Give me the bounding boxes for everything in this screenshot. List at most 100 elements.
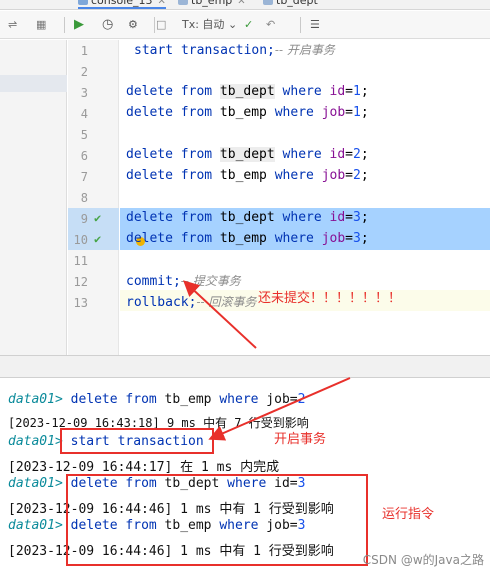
sql-table: tb_emp (156, 392, 220, 407)
console-prompt: data01> (8, 518, 63, 533)
code-comment: -- 提交事务 (180, 274, 241, 288)
stop-icon[interactable]: □ (156, 17, 166, 33)
watermark: CSDN @w的Java之路 (362, 553, 484, 567)
sql-keyword: where (219, 392, 259, 407)
code-text: start transaction; (134, 43, 275, 58)
code-line: delete from tb_emp where job=2; (126, 168, 369, 183)
console-prompt: data01> (8, 476, 63, 491)
history-icon[interactable]: ◷ (102, 17, 113, 33)
code-number: 3 (353, 231, 361, 246)
sliders-icon[interactable]: ⇌ (8, 17, 17, 33)
separator (64, 17, 65, 33)
code-keyword: delete from (126, 168, 220, 183)
code-number: 3 (353, 210, 361, 225)
code-number: 1 (353, 84, 361, 99)
code-table: tb_emp (219, 105, 267, 120)
code-text: commit; (126, 274, 181, 289)
console-icon (78, 0, 88, 5)
tab-label: console_13 (91, 0, 153, 7)
line-number: 10 (73, 233, 88, 247)
code-column: job (321, 105, 346, 120)
code-number: 2 (353, 168, 361, 183)
line-number: 9 (80, 212, 88, 226)
code-keyword: where (266, 168, 322, 183)
code-column: id (329, 147, 346, 162)
line-number: 4 (80, 107, 88, 121)
code-column: id (329, 210, 346, 225)
code-comment: -- 开启事务 (274, 43, 335, 57)
grid-icon[interactable]: ▦ (36, 17, 46, 33)
line-number: 13 (73, 296, 88, 310)
code-column: job (321, 231, 346, 246)
executed-commands-highlight-box (66, 474, 368, 566)
code-table: tb_emp (219, 231, 267, 246)
code-column: id (329, 84, 346, 99)
line-number: 12 (73, 275, 88, 289)
console-result: [2023-12-09 16:44:17] 在 1 ms 内完成 (8, 460, 280, 475)
code-keyword: delete from (126, 210, 220, 225)
start-transaction-highlight-box (60, 428, 214, 454)
line-number: 8 (80, 191, 88, 205)
code-table: tb_dept (219, 147, 275, 162)
tab-tb-emp[interactable]: tb_emp ✕ (178, 0, 246, 9)
separator (300, 17, 301, 33)
code-keyword: delete from (126, 105, 220, 120)
services-panel-header[interactable] (0, 355, 490, 378)
code-table: tb_dept (219, 210, 275, 225)
start-transaction-annotation: 开启事务 (274, 432, 327, 447)
console-prompt: data01> (8, 392, 63, 407)
code-text: rollback; (126, 295, 197, 310)
settings-icon[interactable]: ⚙ (128, 17, 138, 33)
code-line: commit;-- 提交事务 (126, 271, 241, 292)
separator (154, 17, 155, 33)
chevron-down-icon: ⌄ (227, 18, 238, 31)
line-number: 5 (80, 128, 88, 142)
table-icon (178, 0, 188, 5)
code-keyword: where (274, 210, 330, 225)
tab-label: tb_dept (276, 0, 318, 7)
sql-keyword: delete from (70, 392, 157, 407)
commit-icon[interactable]: ✓ (244, 17, 253, 33)
run-command-annotation: 运行指令 (382, 507, 435, 522)
code-line: delete from tb_emp where job=1; (126, 105, 369, 120)
code-line: delete from tb_dept where id=2; (126, 147, 369, 162)
code-keyword: where (266, 105, 322, 120)
close-icon[interactable]: ✕ (158, 0, 166, 7)
line-number: 3 (80, 86, 88, 100)
close-icon[interactable]: ✕ (237, 0, 245, 7)
executed-check-icon: ✔ (94, 211, 102, 225)
line-number: 6 (80, 149, 88, 163)
rollback-icon[interactable]: ↶ (266, 17, 275, 33)
tree-selected-row[interactable] (0, 75, 67, 92)
run-icon[interactable]: ▶ (74, 17, 84, 33)
sql-value: 2 (297, 392, 306, 407)
code-line: rollback;-- 回滚事务 (126, 292, 256, 313)
code-line: delete from tb_dept where id=1; (126, 84, 369, 99)
not-committed-annotation: 还未提交！！！！！！！ (258, 291, 402, 306)
editor-toolbar: ⇌ ▦ ▶ ◷ ⚙ □ Tx: 自动 ⌄ ✓ ↶ ☰ (0, 11, 490, 39)
tab-console[interactable]: console_13 ✕ (78, 0, 166, 9)
executed-check-icon: ✔ (94, 232, 102, 246)
tx-mode-select[interactable]: Tx: 自动 ⌄ (182, 17, 237, 33)
sql-rest: job= (258, 392, 298, 407)
tab-bar: console_13 ✕ tb_emp ✕ tb_dept (0, 0, 490, 10)
database-tree-panel (0, 40, 67, 355)
tab-tb-dept[interactable]: tb_dept (263, 0, 318, 9)
sql-editor[interactable]: 1 2 3 4 5 6 7 8 9 10 11 12 13 ✔ ✔ start … (68, 40, 490, 355)
code-line: start transaction;-- 开启事务 (134, 40, 335, 61)
console-command: data01> delete from tb_emp where job=2 (8, 392, 305, 407)
code-keyword: delete from (126, 231, 220, 246)
line-number: 7 (80, 170, 88, 184)
code-number: 1 (353, 105, 361, 120)
code-keyword: where (266, 231, 322, 246)
console-prompt: data01> (8, 434, 63, 449)
line-number: 2 (80, 65, 88, 79)
line-number: 1 (80, 44, 88, 58)
code-keyword: delete from (126, 147, 220, 162)
code-comment: -- 回滚事务 (196, 295, 257, 309)
code-keyword: where (274, 84, 330, 99)
tx-mode-label: Tx: 自动 (182, 18, 225, 31)
code-keyword: where (274, 147, 330, 162)
code-line: delete from tb_dept where id=3; (126, 210, 369, 225)
output-list-icon[interactable]: ☰ (310, 17, 320, 33)
